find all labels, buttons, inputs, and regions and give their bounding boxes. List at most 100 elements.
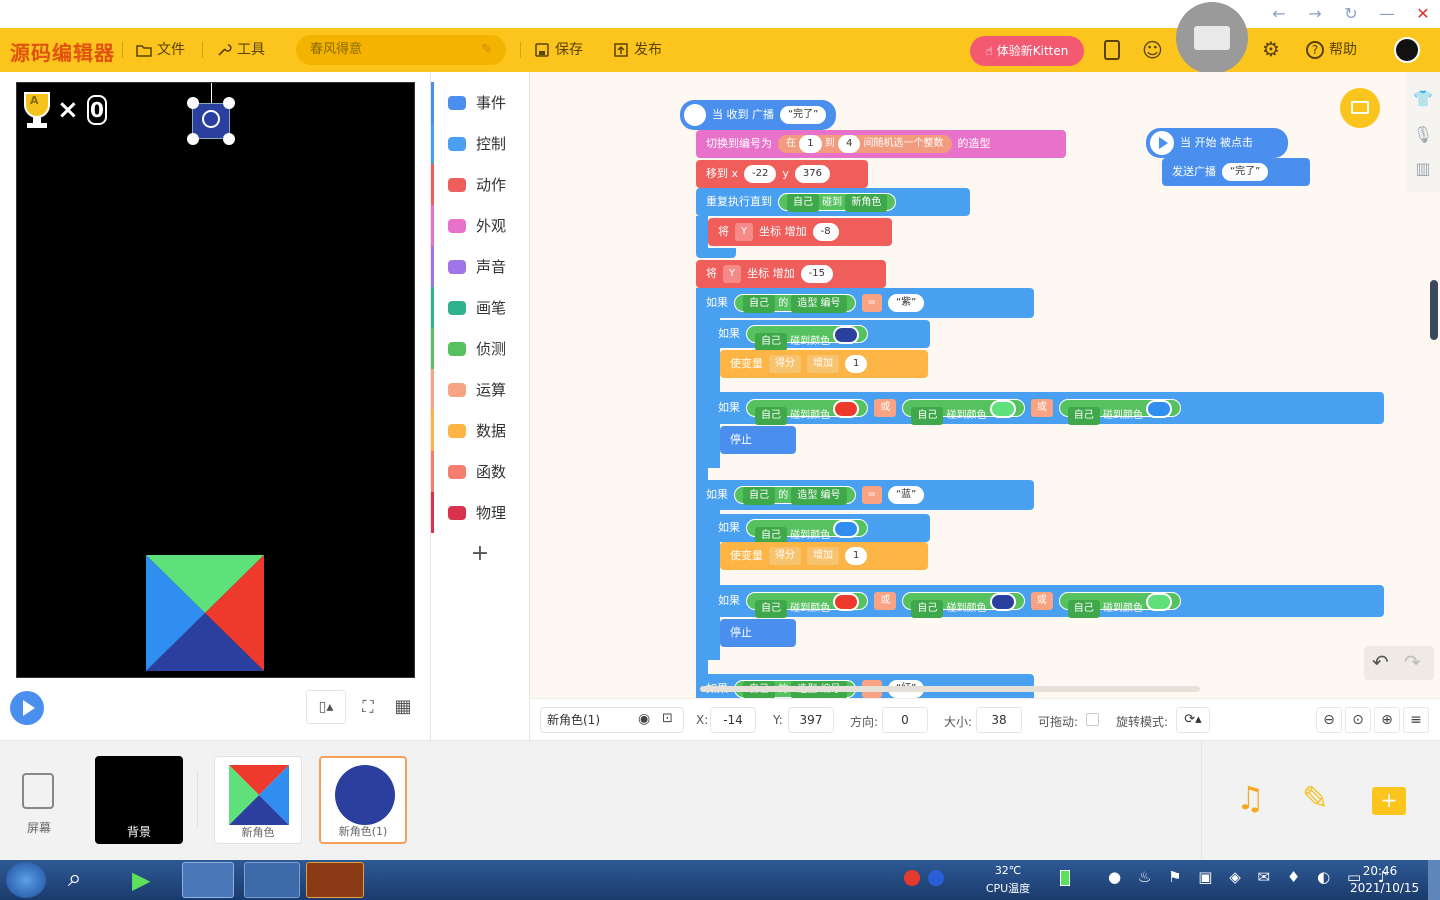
message-dropdown[interactable]: “完了”: [780, 106, 827, 124]
touch-color-reporter[interactable]: 自己 碰到颜色: [1058, 399, 1182, 425]
if-touch-color-block[interactable]: 如果 自己 碰到颜色: [708, 514, 930, 545]
tools-menu[interactable]: 工具: [216, 39, 265, 61]
direction-input[interactable]: 0: [882, 707, 928, 733]
screen-button[interactable]: 屏幕: [14, 771, 64, 841]
music-icon[interactable]: ♫: [1236, 779, 1265, 817]
run-button[interactable]: [10, 691, 44, 725]
category-item[interactable]: 动作: [431, 164, 529, 205]
tablet-icon[interactable]: [1104, 40, 1120, 60]
variable-dropdown[interactable]: 得分: [769, 355, 801, 373]
touch-color-reporter[interactable]: 自己 碰到颜色: [746, 325, 869, 351]
axis-dropdown[interactable]: Y: [735, 223, 754, 241]
gear-icon[interactable]: ⚙: [1262, 37, 1280, 61]
switch-costume-block[interactable]: 切换到编号为 在 1 到 4 间随机选一个整数 的造型: [696, 130, 1066, 158]
if-touch-colors-or-block[interactable]: 如果 自己 碰到颜色 或 自己 碰到颜色 或 自己 碰到颜色: [708, 585, 1384, 618]
category-item[interactable]: 声音: [431, 246, 529, 287]
self-dropdown[interactable]: 自己: [755, 600, 787, 618]
change-variable-block[interactable]: 使变量 得分 增加 1: [720, 350, 928, 378]
logic-dropdown[interactable]: 或: [1030, 399, 1053, 417]
number-input[interactable]: -15: [800, 265, 833, 283]
tray-app-icon[interactable]: [904, 870, 920, 886]
operator-dropdown[interactable]: =: [861, 486, 882, 504]
category-item[interactable]: 事件: [431, 82, 529, 123]
self-dropdown[interactable]: 自己: [911, 407, 944, 425]
background-thumb[interactable]: 背景: [95, 756, 183, 844]
self-dropdown[interactable]: 自己: [743, 487, 775, 505]
number-input[interactable]: 4: [837, 135, 861, 153]
property-dropdown[interactable]: 造型 编号: [791, 295, 847, 313]
search-icon[interactable]: ⌕: [68, 864, 81, 892]
stop-block[interactable]: 停止: [720, 426, 796, 454]
change-y-block[interactable]: 将 Y 坐标 增加 -15: [696, 260, 886, 288]
change-mode-dropdown[interactable]: 增加: [807, 547, 839, 565]
self-dropdown[interactable]: 自己: [743, 295, 775, 313]
sprite-thumb-selected[interactable]: 新角色(1): [319, 756, 407, 844]
category-item[interactable]: 函数: [431, 451, 529, 492]
floating-assistant[interactable]: [1176, 2, 1248, 74]
color-picker[interactable]: [833, 400, 860, 418]
change-y-block[interactable]: 将 Y 坐标 增加 -8: [708, 218, 892, 246]
show-desktop-button[interactable]: [1428, 860, 1440, 900]
help-button[interactable]: ? 帮助: [1306, 39, 1357, 61]
fullscreen-icon[interactable]: ⛶: [353, 690, 383, 724]
minimize-icon[interactable]: —: [1376, 3, 1398, 25]
try-kitten-button[interactable]: ☝ 体验新Kitten: [970, 36, 1084, 66]
when-start-clicked-block[interactable]: 当 开始 被点击: [1146, 128, 1288, 158]
color-picker[interactable]: [989, 593, 1016, 611]
robot-icon[interactable]: ☺: [1142, 38, 1163, 62]
y-input[interactable]: 376: [794, 165, 830, 183]
operator-dropdown[interactable]: =: [861, 294, 882, 312]
logic-dropdown[interactable]: 或: [874, 592, 897, 610]
back-icon[interactable]: ←: [1268, 3, 1290, 25]
category-item[interactable]: 控制: [431, 123, 529, 164]
undo-icon[interactable]: ↶: [1372, 650, 1389, 674]
category-item[interactable]: 物理: [431, 492, 529, 533]
variable-dropdown[interactable]: 得分: [769, 547, 801, 565]
start-button[interactable]: [6, 862, 46, 898]
number-input[interactable]: -8: [812, 223, 839, 241]
file-menu[interactable]: 文件: [136, 39, 185, 61]
resize-handle[interactable]: [187, 133, 199, 145]
code-workspace[interactable]: 当 收到 广播 “完了” 切换到编号为 在 1 到 4 间随机选一个整数 的造型…: [530, 72, 1440, 698]
four-color-sprite[interactable]: [146, 555, 264, 671]
menu-icon[interactable]: ≡: [1403, 707, 1429, 733]
if-touch-colors-or-block[interactable]: 如果 自己 碰到颜色 或 自己 碰到颜色 或 自己 碰到颜色: [708, 392, 1384, 425]
save-button[interactable]: 保存: [534, 39, 583, 61]
y-input[interactable]: 397: [788, 707, 834, 733]
x-input[interactable]: -22: [744, 165, 777, 183]
touch-color-reporter[interactable]: 自己 碰到颜色: [746, 399, 869, 425]
number-input[interactable]: 1: [845, 355, 868, 373]
pencil-icon[interactable]: ✎: [1302, 779, 1329, 817]
forward-icon[interactable]: →: [1304, 3, 1326, 25]
resize-handle[interactable]: [223, 133, 235, 145]
repeat-until-block[interactable]: 重复执行直到 自己 碰到 新角色: [696, 188, 970, 216]
resize-handle[interactable]: [223, 97, 235, 109]
category-item[interactable]: 数据: [431, 410, 529, 451]
when-receive-broadcast-block[interactable]: 当 收到 广播 “完了”: [680, 100, 837, 130]
number-input[interactable]: 1: [799, 135, 822, 153]
touch-color-reporter[interactable]: 自己 碰到颜色: [746, 592, 869, 618]
eye-icon[interactable]: ◉: [638, 711, 650, 727]
sprite-thumb[interactable]: 新角色: [214, 756, 302, 844]
self-dropdown[interactable]: 自己: [911, 600, 944, 618]
self-dropdown[interactable]: 自己: [787, 194, 819, 212]
shirt-icon[interactable]: 👕: [1410, 86, 1436, 112]
draggable-checkbox[interactable]: [1086, 713, 1099, 726]
change-variable-block[interactable]: 使变量 得分 增加 1: [720, 542, 928, 570]
color-picker[interactable]: [833, 326, 860, 344]
category-item[interactable]: 运算: [431, 369, 529, 410]
close-icon[interactable]: ✕: [1412, 3, 1434, 25]
battery-icon[interactable]: [1060, 870, 1070, 886]
add-category-button[interactable]: +: [431, 534, 529, 574]
player-icon[interactable]: ▶: [132, 866, 150, 894]
self-dropdown[interactable]: 自己: [755, 407, 787, 425]
sprite-dropdown[interactable]: 新角色: [845, 194, 888, 212]
color-picker[interactable]: [833, 593, 860, 611]
logic-dropdown[interactable]: 或: [874, 399, 897, 417]
horizontal-scrollbar[interactable]: [700, 686, 1200, 692]
refresh-icon[interactable]: ↻: [1340, 3, 1362, 25]
category-item[interactable]: 画笔: [431, 287, 529, 328]
project-name-input[interactable]: 春风得意 ✎: [296, 35, 506, 65]
taskbar-app-game[interactable]: [306, 862, 364, 898]
zoom-out-icon[interactable]: ⊖: [1316, 707, 1342, 733]
